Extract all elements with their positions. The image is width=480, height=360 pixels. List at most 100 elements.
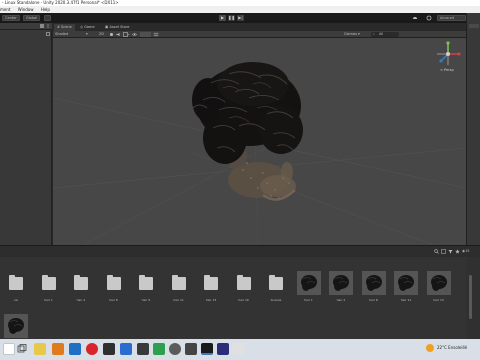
weather-widget[interactable]: 22°C Ensoleillé xyxy=(437,345,467,350)
asset-folder[interactable]: hair 16 xyxy=(228,271,260,305)
2d-toggle[interactable]: 2D xyxy=(99,32,107,37)
global-label: Global xyxy=(26,16,38,20)
filter-by-label-icon[interactable] xyxy=(448,249,453,254)
pause-button[interactable]: ❚❚ xyxy=(228,15,235,21)
effects-dropdown[interactable] xyxy=(123,32,130,37)
grid-snap-button[interactable] xyxy=(44,15,51,21)
gizmos-dropdown[interactable]: Gizmos ▾ xyxy=(344,32,366,37)
asset-model[interactable]: hair 13 xyxy=(423,271,455,305)
opera-browser-icon[interactable] xyxy=(86,343,98,355)
audio-toggle-icon[interactable] xyxy=(116,32,121,37)
menu-item-help[interactable]: Help xyxy=(41,7,50,12)
scene-canvas xyxy=(53,57,466,245)
asset-label: Scenes xyxy=(270,298,282,302)
folder-shape xyxy=(171,275,186,290)
tab-scene[interactable]: # Scene xyxy=(54,24,75,31)
folder-shape xyxy=(41,275,56,290)
asset-folder[interactable]: hair 13 xyxy=(195,271,227,305)
grid-toggle-icon[interactable] xyxy=(153,32,159,37)
asset-label: hair 1 xyxy=(304,298,313,302)
folder-icon xyxy=(264,271,288,295)
taskbar-app-icon[interactable] xyxy=(120,343,132,355)
unity-editor-icon[interactable] xyxy=(201,343,213,355)
scene-view-options: Shaded ▾ 2D Gizmos ▾ ⌕ All xyxy=(53,31,466,38)
hierarchy-toolbar xyxy=(0,23,52,30)
asset-folder[interactable]: hair 9 xyxy=(130,271,162,305)
hair-mesh[interactable] xyxy=(192,62,303,164)
account-label: Account xyxy=(440,16,455,20)
weather-sun-icon[interactable] xyxy=(426,344,434,352)
favorite-star-icon[interactable] xyxy=(455,249,460,254)
asset-folder[interactable]: hair 2 xyxy=(65,271,97,305)
folder-icon xyxy=(102,271,126,295)
search-icon[interactable] xyxy=(3,343,15,355)
search-icon[interactable] xyxy=(434,249,439,254)
folder-shape xyxy=(204,275,218,290)
scene-viewport[interactable]: < Persp xyxy=(53,38,466,245)
scene-view-tabs: # Scene ◎ Game ▣ Asset Store xyxy=(53,23,466,31)
file-explorer-icon[interactable] xyxy=(34,343,46,355)
taskbar-app-icon[interactable] xyxy=(217,343,229,355)
asset-model[interactable]: hair 1 xyxy=(293,271,325,305)
add-object-icon[interactable] xyxy=(46,32,50,36)
folder-shape xyxy=(74,275,88,290)
taskbar-app-icon[interactable] xyxy=(52,343,64,355)
scene-camera-dropdown[interactable] xyxy=(140,32,151,37)
task-view-icon[interactable] xyxy=(16,343,28,355)
edge-browser-icon[interactable] xyxy=(69,343,81,355)
perspective-label[interactable]: < Persp xyxy=(440,68,454,72)
asset-label: hair 2 xyxy=(336,298,346,302)
tab-game[interactable]: ◎ Game xyxy=(77,24,98,31)
taskbar-app-icon[interactable] xyxy=(137,343,149,355)
account-dropdown[interactable]: Account xyxy=(437,15,466,21)
folder-shape xyxy=(139,275,153,290)
asset-folder[interactable]: hair 8 xyxy=(98,271,130,305)
temperature-label: 22°C xyxy=(437,345,447,350)
lighting-toggle-icon[interactable] xyxy=(109,32,114,37)
project-scrollbar[interactable] xyxy=(466,257,480,339)
services-cloud-icon[interactable] xyxy=(426,15,432,21)
asset-label: hair 8 xyxy=(369,298,378,302)
asset-folder[interactable]: ial xyxy=(0,271,32,305)
pivot-center-toggle[interactable]: Center xyxy=(2,15,20,21)
tab-asset-store[interactable]: ▣ Asset Store xyxy=(102,24,132,31)
play-button[interactable]: ▶ xyxy=(219,15,226,21)
pause-icon: ❚❚ xyxy=(228,15,235,20)
step-button[interactable]: ▶| xyxy=(237,15,244,21)
asset-label: hair 16 xyxy=(238,298,249,302)
hidden-packages-count[interactable]: ◉15 xyxy=(462,248,478,254)
taskbar-app-icon[interactable] xyxy=(103,343,115,355)
asset-label: ial xyxy=(14,298,18,302)
global-local-toggle[interactable]: Global xyxy=(23,15,41,21)
menu-item-component[interactable]: ment xyxy=(0,7,10,12)
more-menu-icon[interactable] xyxy=(46,24,50,28)
taskbar-app-icon[interactable] xyxy=(169,343,181,355)
lock-icon[interactable] xyxy=(40,24,44,28)
scrollbar-thumb[interactable] xyxy=(469,275,472,319)
taskbar-app-icon[interactable] xyxy=(185,343,197,355)
main-toolbar: Center Global ▶ ❚❚ ▶| Account xyxy=(0,13,480,23)
hidden-objects-icon[interactable] xyxy=(131,32,138,37)
model-thumbnail xyxy=(394,271,418,295)
asset-folder[interactable]: Scenes xyxy=(260,271,292,305)
collab-cloud-icon[interactable] xyxy=(412,15,418,21)
asset-model[interactable]: hair 2 xyxy=(325,271,357,305)
tab-game-label: Game xyxy=(84,25,95,29)
filter-by-type-icon[interactable] xyxy=(441,249,446,254)
weather-condition-label: Ensoleillé xyxy=(448,345,468,350)
folder-icon xyxy=(167,271,191,295)
scene-orientation-gizmo[interactable]: < Persp xyxy=(432,40,464,74)
asset-folder[interactable]: hair 1 xyxy=(33,271,65,305)
taskbar-app-icon[interactable] xyxy=(232,343,244,355)
folder-icon xyxy=(4,271,28,295)
asset-model[interactable]: hair 11 xyxy=(390,271,422,305)
asset-label: hair 13 xyxy=(433,298,444,302)
menu-item-window[interactable]: Window xyxy=(18,7,34,12)
project-toolbar: ◉15 xyxy=(0,245,480,257)
asset-folder[interactable]: hair 11 xyxy=(163,271,195,305)
inspector-tab[interactable] xyxy=(469,24,479,28)
scene-search-input[interactable]: ⌕ All xyxy=(371,32,399,37)
shading-mode-dropdown[interactable]: Shaded ▾ xyxy=(55,32,91,37)
taskbar-app-icon[interactable] xyxy=(153,343,165,355)
asset-model[interactable]: hair 8 xyxy=(358,271,390,305)
